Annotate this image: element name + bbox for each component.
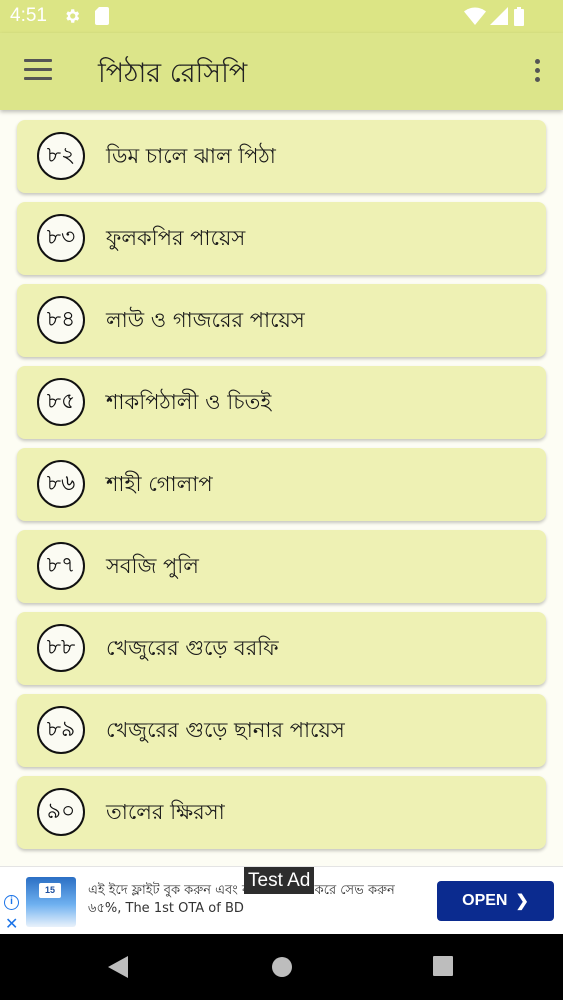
gear-icon	[66, 9, 80, 23]
app-bar: পিঠার রেসিপি	[0, 33, 563, 110]
home-icon[interactable]	[271, 956, 293, 978]
recipe-number: ৯০	[37, 788, 85, 836]
list-item[interactable]: ৮৬ শাহী গোলাপ	[17, 448, 546, 521]
recipe-list[interactable]: ৮২ ডিম চালে ঝাল পিঠা ৮৩ ফুলকপির পায়েস ৮…	[0, 110, 563, 866]
list-item[interactable]: ৮৩ ফুলকপির পায়েস	[17, 202, 546, 275]
list-item[interactable]: ৯০ তালের ক্ষিরসা	[17, 776, 546, 849]
recents-icon[interactable]	[433, 956, 453, 976]
recipe-number: ৮৭	[37, 542, 85, 590]
status-bar: 4:51	[0, 0, 563, 33]
hamburger-menu-icon[interactable]	[24, 59, 52, 81]
list-item[interactable]: ৮৮ খেজুরের গুড়ে বরফি	[17, 612, 546, 685]
sd-card-icon	[95, 7, 109, 25]
recipe-title: খেজুরের গুড়ে ছানার পায়েস	[106, 718, 345, 742]
list-item[interactable]: ৮৪ লাউ ও গাজরের পায়েস	[17, 284, 546, 357]
list-item[interactable]: ৮৭ সবজি পুলি	[17, 530, 546, 603]
recipe-number: ৮৬	[37, 460, 85, 508]
ad-thumb-badge: 15	[39, 883, 61, 898]
ad-info-icon[interactable]: i	[4, 895, 19, 910]
recipe-number: ৮৩	[37, 214, 85, 262]
recipe-title: ফুলকপির পায়েস	[106, 226, 246, 250]
ad-thumbnail: 15	[26, 877, 76, 927]
recipe-number: ৮৯	[37, 706, 85, 754]
ad-banner[interactable]: i ✕ 15 এই ইদে ফ্লাইট বুক করুন এবং কার্ডে…	[0, 866, 563, 934]
ad-open-label: OPEN	[462, 892, 508, 909]
recipe-title: শাকপিঠালী ও চিতই	[106, 390, 272, 414]
recipe-number: ৮৪	[37, 296, 85, 344]
test-ad-label: Test Ad	[244, 867, 315, 894]
list-item[interactable]: ৮৯ খেজুরের গুড়ে ছানার পায়েস	[17, 694, 546, 767]
wifi-icon	[464, 7, 486, 25]
status-time: 4:51	[10, 5, 47, 26]
recipe-title: লাউ ও গাজরের পায়েস	[106, 308, 305, 332]
list-item[interactable]: ৮২ ডিম চালে ঝাল পিঠা	[17, 120, 546, 193]
back-icon[interactable]	[108, 956, 128, 978]
system-nav-bar	[0, 934, 563, 1000]
recipe-number: ৮২	[37, 132, 85, 180]
chevron-right-icon: ❯	[515, 893, 529, 910]
page-title: পিঠার রেসিপি	[98, 58, 248, 89]
signal-icon	[490, 7, 508, 25]
recipe-title: খেজুরের গুড়ে বরফি	[106, 636, 279, 660]
recipe-title: ডিম চালে ঝাল পিঠা	[106, 144, 276, 168]
recipe-title: তালের ক্ষিরসা	[106, 800, 225, 824]
ad-close-icon[interactable]: ✕	[5, 914, 18, 934]
more-vert-icon[interactable]	[533, 59, 541, 85]
recipe-number: ৮৫	[37, 378, 85, 426]
list-item[interactable]: ৮৫ শাকপিঠালী ও চিতই	[17, 366, 546, 439]
recipe-title: সবজি পুলি	[106, 554, 199, 578]
ad-open-button[interactable]: OPEN ❯	[437, 881, 554, 921]
recipe-title: শাহী গোলাপ	[106, 472, 213, 496]
battery-icon	[514, 7, 524, 26]
recipe-number: ৮৮	[37, 624, 85, 672]
